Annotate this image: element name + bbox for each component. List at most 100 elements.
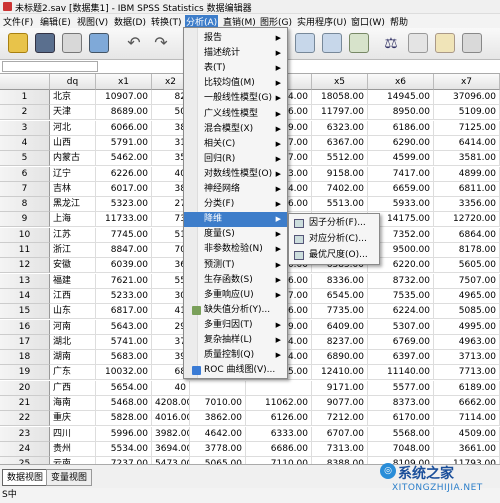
cell-region[interactable]: 山东 [50, 304, 96, 320]
cell-value[interactable]: 5683.00 [96, 350, 152, 366]
cell-reference-field[interactable] [2, 61, 98, 72]
cell-value[interactable]: 3778.00 [190, 441, 246, 457]
cell-value[interactable]: 6323.00 [312, 120, 368, 136]
analyze-menu-item[interactable]: 回归(R) ▶ [184, 152, 287, 167]
menu-edit[interactable]: 编辑(E) [39, 15, 72, 28]
cell-value[interactable]: 8373.00 [368, 396, 434, 411]
cell-value[interactable]: 6662.00 [434, 396, 500, 411]
cell-region[interactable]: 河南 [50, 319, 96, 335]
cell-value[interactable]: 5741.00 [96, 334, 152, 350]
cell-value[interactable]: 11797.00 [312, 105, 368, 121]
cell-value[interactable]: 11140.00 [368, 365, 434, 381]
tab-data-view[interactable]: 数据视图 [2, 469, 49, 486]
cell-value[interactable]: 8847.00 [96, 243, 152, 258]
cell-value[interactable]: 4016.00 [152, 411, 190, 427]
row-number[interactable]: 21 [0, 396, 50, 411]
analyze-menu-item[interactable]: 报告 ▶ [184, 31, 287, 46]
cell-region[interactable]: 江西 [50, 288, 96, 304]
menu-file[interactable]: 文件(F) [2, 15, 34, 28]
menu-window[interactable]: 窗口(W) [350, 15, 386, 28]
cell-value[interactable]: 9158.00 [312, 166, 368, 182]
cell-value[interactable]: 4208.00 [152, 396, 190, 411]
cell-value[interactable]: 7010.00 [190, 396, 246, 411]
cell-value[interactable]: 6333.00 [246, 426, 312, 442]
cell-value[interactable]: 4509.00 [434, 426, 500, 442]
cell-value[interactable]: 5577.00 [368, 380, 434, 396]
cell-value[interactable]: 5323.00 [96, 197, 152, 213]
cell-value[interactable]: 6290.00 [368, 135, 434, 151]
cell-value[interactable]: 18058.00 [312, 90, 368, 105]
cell-value[interactable]: 5996.00 [96, 426, 152, 442]
cell-value[interactable]: 7313.00 [312, 441, 368, 457]
cell-value[interactable]: 9171.00 [312, 380, 368, 396]
cell-value[interactable]: 4963.00 [434, 334, 500, 350]
analyze-menu-item[interactable]: 复杂抽样(L) ▶ [184, 333, 287, 348]
menu-help[interactable]: 帮助 [389, 15, 409, 28]
open-folder-icon[interactable] [8, 33, 28, 53]
cell-value[interactable] [190, 380, 246, 396]
row-number[interactable]: 8 [0, 197, 50, 213]
cell-region[interactable]: 吉林 [50, 181, 96, 197]
cell-value[interactable]: 6817.00 [96, 304, 152, 320]
row-number[interactable]: 1 [0, 90, 50, 105]
cell-value[interactable]: 5085.00 [434, 304, 500, 320]
split-file-icon[interactable] [349, 33, 369, 53]
cell-value[interactable]: 5307.00 [368, 319, 434, 335]
cell-region[interactable]: 四川 [50, 426, 96, 442]
cell-value[interactable]: 6707.00 [312, 426, 368, 442]
cell-value[interactable]: 6224.00 [368, 304, 434, 320]
cell-value[interactable]: 6170.00 [368, 411, 434, 427]
cell-value[interactable]: 10032.00 [96, 365, 152, 381]
analyze-menu-item[interactable]: 广义线性模型 ▶ [184, 107, 287, 122]
row-number[interactable]: 6 [0, 166, 50, 182]
analyze-menu-item[interactable]: 相关(C) ▶ [184, 137, 287, 152]
cell-value[interactable]: 6545.00 [312, 288, 368, 304]
cell-value[interactable]: 6066.00 [96, 120, 152, 136]
row-number[interactable]: 13 [0, 273, 50, 289]
cell-value[interactable]: 5791.00 [96, 135, 152, 151]
tab-variable-view[interactable]: 变量视图 [46, 469, 93, 486]
cell-value[interactable]: 5534.00 [96, 441, 152, 457]
menu-item-correspondence-analysis[interactable]: 对应分析(C)... [289, 232, 379, 247]
cell-value[interactable]: 8732.00 [368, 273, 434, 289]
cell-value[interactable]: 6226.00 [96, 166, 152, 182]
cell-value[interactable]: 3356.00 [434, 197, 500, 213]
row-number[interactable]: 24 [0, 441, 50, 457]
weight-cases-icon[interactable]: ⚖ [381, 33, 401, 53]
cell-region[interactable]: 上海 [50, 212, 96, 228]
cell-value[interactable]: 5568.00 [368, 426, 434, 442]
analyze-menu-item[interactable]: 多重归因(T) ▶ [184, 318, 287, 333]
cell-value[interactable]: 4642.00 [190, 426, 246, 442]
cell-value[interactable]: 8950.00 [368, 105, 434, 121]
col-header-dq[interactable]: dq [50, 74, 96, 90]
cell-region[interactable]: 天津 [50, 105, 96, 121]
cell-region[interactable]: 湖南 [50, 350, 96, 366]
cell-value[interactable]: 4965.00 [434, 288, 500, 304]
row-number[interactable]: 15 [0, 304, 50, 320]
cell-region[interactable]: 贵州 [50, 441, 96, 457]
cell-region[interactable]: 安徽 [50, 258, 96, 274]
analyze-menu-item[interactable]: 缺失值分析(Y)... [184, 303, 287, 318]
cell-value[interactable]: 6769.00 [368, 334, 434, 350]
analyze-menu-item[interactable]: 比较均值(M) ▶ [184, 76, 287, 91]
menu-item-factor-analysis[interactable]: 因子分析(F)... [289, 216, 379, 231]
cell-value[interactable]: 7745.00 [96, 227, 152, 243]
cell-value[interactable]: 7735.00 [312, 304, 368, 320]
cell-value[interactable]: 5109.00 [434, 105, 500, 121]
menu-utilities[interactable]: 实用程序(U) [296, 15, 348, 28]
cell-value[interactable]: 4995.00 [434, 319, 500, 335]
cell-value[interactable]: 7417.00 [368, 166, 434, 182]
insert-variable-icon[interactable] [322, 33, 342, 53]
cell-value[interactable]: 6367.00 [312, 135, 368, 151]
col-header-x6[interactable]: x6 [368, 74, 434, 90]
cell-value[interactable]: 7114.00 [434, 411, 500, 427]
recall-dialog-icon[interactable] [89, 33, 109, 53]
cell-value[interactable]: 6864.00 [434, 227, 500, 243]
cell-value[interactable]: 5512.00 [312, 151, 368, 167]
row-number[interactable]: 9 [0, 212, 50, 228]
cell-value[interactable]: 3982.00 [152, 426, 190, 442]
cell-value[interactable]: 7212.00 [312, 411, 368, 427]
cell-value[interactable]: 5933.00 [368, 197, 434, 213]
cell-region[interactable]: 海南 [50, 396, 96, 411]
row-number[interactable]: 19 [0, 365, 50, 381]
